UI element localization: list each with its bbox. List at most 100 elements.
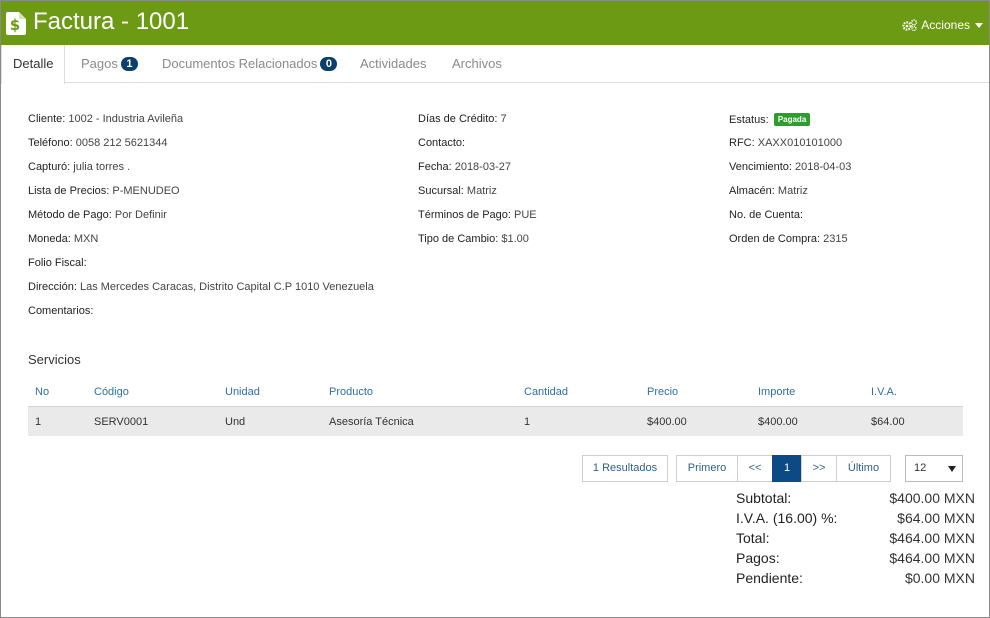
subtotal-label: Subtotal: bbox=[736, 490, 792, 506]
services-section-title: Servicios bbox=[28, 352, 81, 367]
field-label: Comentarios: bbox=[28, 305, 94, 317]
field-value: 0058 212 5621344 bbox=[75, 137, 168, 149]
iva-label: I.V.A. (16.00) %: bbox=[736, 510, 838, 526]
field-capturo: Capturó: julia torres . bbox=[28, 161, 130, 174]
field-cliente: Cliente: 1002 - Industria Avileña bbox=[28, 113, 183, 126]
field-label: Capturó: bbox=[28, 161, 71, 173]
tab-archivos[interactable]: Archivos bbox=[452, 45, 502, 83]
field-value: Matriz bbox=[466, 185, 497, 197]
pendiente-label: Pendiente: bbox=[736, 570, 803, 586]
field-value: Por Definir bbox=[114, 209, 167, 221]
column-header-codigo[interactable]: Código bbox=[94, 386, 129, 398]
field-label: Dirección: bbox=[28, 281, 77, 293]
subtotal-value: $400.00 MXN bbox=[889, 490, 975, 506]
field-label: Método de Pago: bbox=[28, 209, 112, 221]
select-arrow-icon bbox=[948, 466, 956, 472]
column-header-importe[interactable]: Importe bbox=[758, 386, 795, 398]
field-label: Fecha: bbox=[418, 161, 452, 173]
field-label: Teléfono: bbox=[28, 137, 73, 149]
field-label: Cliente: bbox=[28, 113, 66, 125]
pagos-value: $464.00 MXN bbox=[889, 550, 975, 566]
field-value: $1.00 bbox=[501, 233, 529, 245]
field-value: Matriz bbox=[777, 185, 808, 197]
actions-dropdown-button[interactable]: Acciones bbox=[902, 18, 983, 32]
app-logo-icon: $ bbox=[6, 12, 26, 35]
pager-next-button[interactable]: >> bbox=[801, 455, 837, 482]
field-telefono: Teléfono: 0058 212 5621344 bbox=[28, 137, 167, 150]
table-cell: SERV0001 bbox=[94, 416, 149, 428]
field-label: Términos de Pago: bbox=[418, 209, 511, 221]
pager-first-button[interactable]: Primero bbox=[676, 455, 738, 482]
field-comentarios: Comentarios: bbox=[28, 305, 93, 318]
column-header-precio[interactable]: Precio bbox=[647, 386, 678, 398]
pendiente-value: $0.00 MXN bbox=[904, 570, 975, 586]
documentos-count-badge: 0 bbox=[320, 57, 338, 71]
field-value: 2315 bbox=[823, 233, 848, 245]
iva-value: $64.00 MXN bbox=[897, 510, 975, 526]
field-sucursal: Sucursal: Matriz bbox=[418, 185, 497, 198]
svg-text:$: $ bbox=[10, 16, 20, 34]
field-estatus: Estatus: Pagada bbox=[729, 113, 811, 127]
table-cell: 1 bbox=[35, 416, 42, 428]
pager-prev-button[interactable]: << bbox=[737, 455, 773, 482]
tab-label: Documentos Relacionados bbox=[162, 56, 318, 71]
column-header-cantidad[interactable]: Cantidad bbox=[524, 386, 568, 398]
tab-label: Pagos bbox=[81, 56, 118, 71]
page-size-select[interactable]: 12 bbox=[905, 455, 963, 482]
field-label: No. de Cuenta: bbox=[729, 209, 803, 221]
field-fecha: Fecha: 2018-03-27 bbox=[418, 161, 511, 174]
field-label: Estatus: bbox=[729, 114, 769, 126]
field-label: Contacto: bbox=[418, 137, 466, 149]
table-cell: $400.00 bbox=[758, 416, 798, 428]
tab-label: Detalle bbox=[13, 56, 54, 71]
field-terminos-pago: Términos de Pago: PUE bbox=[418, 209, 537, 222]
total-label: Total: bbox=[736, 530, 770, 546]
field-value: P-MENUDEO bbox=[112, 185, 180, 197]
field-value: 1002 - Industria Avileña bbox=[68, 113, 184, 125]
field-folio-fiscal: Folio Fiscal: bbox=[28, 257, 87, 270]
pagos-label: Pagos: bbox=[736, 550, 780, 566]
field-label: Folio Fiscal: bbox=[28, 257, 87, 269]
tab-bar: Detalle Pagos 1 Documentos Relacionados 0 … bbox=[1, 45, 989, 84]
field-label: RFC: bbox=[729, 137, 755, 149]
pagos-count-badge: 1 bbox=[120, 57, 138, 71]
field-metodo-pago: Método de Pago: Por Definir bbox=[28, 209, 167, 222]
results-count: 1 Resultados bbox=[582, 455, 668, 482]
header-bar: $ Factura - 1001 Acciones bbox=[1, 1, 989, 45]
invoice-window: $ Factura - 1001 Acciones Detalle Pagos 1… bbox=[0, 0, 990, 618]
page-size-value: 12 bbox=[914, 462, 927, 474]
field-label: Lista de Precios: bbox=[28, 185, 110, 197]
field-value: Las Mercedes Caracas, Distrito Capital C… bbox=[79, 281, 374, 293]
field-contacto: Contacto: bbox=[418, 137, 465, 150]
field-value: MXN bbox=[73, 233, 99, 245]
table-row[interactable] bbox=[28, 406, 963, 436]
field-value: PUE bbox=[514, 209, 537, 221]
field-value: 2018-04-03 bbox=[795, 161, 852, 173]
field-moneda: Moneda: MXN bbox=[28, 233, 98, 246]
tab-pagos[interactable]: Pagos 1 bbox=[81, 45, 138, 83]
page-title: Factura - 1001 bbox=[33, 8, 190, 35]
field-lista-precios: Lista de Precios: P-MENUDEO bbox=[28, 185, 180, 198]
field-no-cuenta: No. de Cuenta: bbox=[729, 209, 803, 222]
field-value: 2018-03-27 bbox=[454, 161, 511, 173]
field-rfc: RFC: XAXX010101000 bbox=[729, 137, 842, 150]
tab-detalle[interactable]: Detalle bbox=[1, 45, 66, 84]
tab-documentos-relacionados[interactable]: Documentos Relacionados 0 bbox=[162, 45, 338, 83]
column-header-producto[interactable]: Producto bbox=[329, 386, 373, 398]
column-header-iva[interactable]: I.V.A. bbox=[871, 386, 897, 398]
column-header-unidad[interactable]: Unidad bbox=[225, 386, 260, 398]
field-value: XAXX010101000 bbox=[757, 137, 843, 149]
pager-last-button[interactable]: Último bbox=[836, 455, 891, 482]
tab-label: Actividades bbox=[360, 56, 427, 71]
field-label: Vencimiento: bbox=[729, 161, 792, 173]
tab-actividades[interactable]: Actividades bbox=[360, 45, 426, 83]
pager-page-1-button[interactable]: 1 bbox=[772, 455, 802, 482]
table-cell: 1 bbox=[524, 416, 531, 428]
tab-label: Archivos bbox=[452, 56, 502, 71]
column-header-no[interactable]: No bbox=[35, 386, 49, 398]
field-value: julia torres . bbox=[73, 161, 131, 173]
total-value: $464.00 MXN bbox=[889, 530, 975, 546]
field-label: Sucursal: bbox=[418, 185, 464, 197]
field-value: 7 bbox=[500, 113, 507, 125]
field-almacen: Almacén: Matriz bbox=[729, 185, 808, 198]
